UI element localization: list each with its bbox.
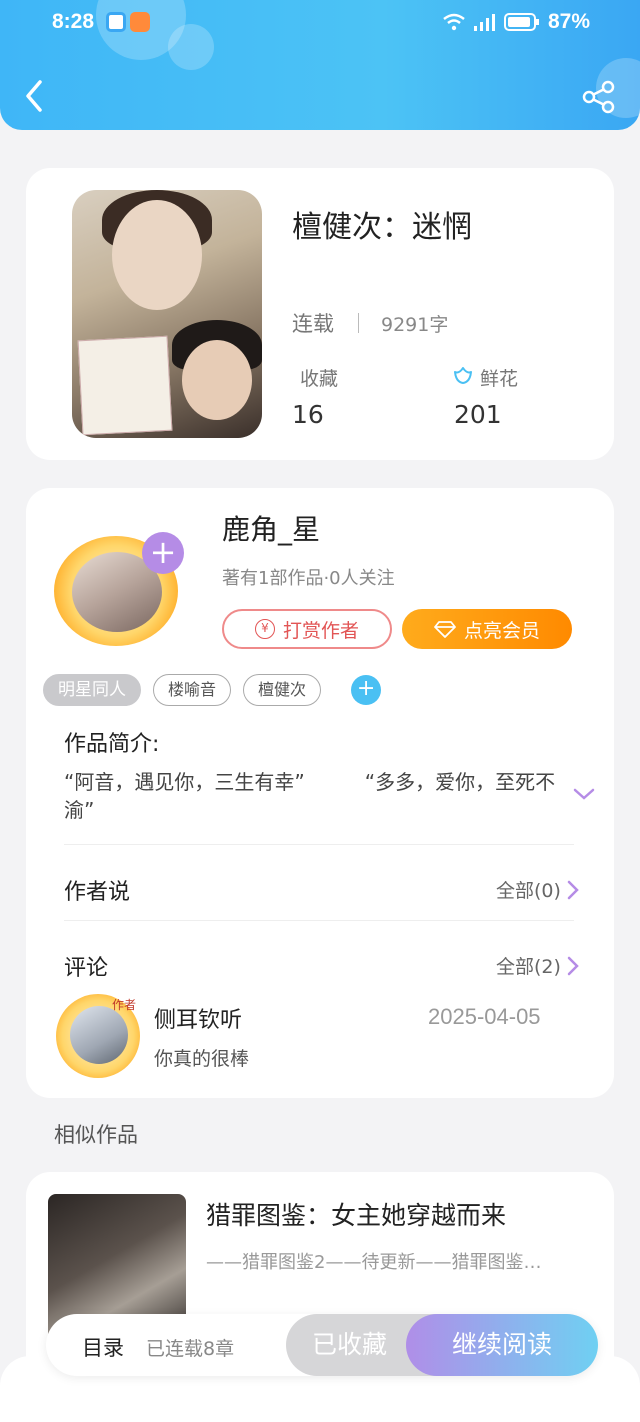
tag-item[interactable]: 楼喻音 — [153, 674, 232, 706]
book-cover-image[interactable] — [72, 190, 262, 438]
status-bar: 8:28 87% — [0, 8, 640, 40]
divider — [64, 920, 574, 921]
wifi-icon — [443, 13, 465, 31]
book-info-card: 檀健次：迷惘 连载 9291字 收藏 16 鲜花 201 — [26, 168, 614, 460]
chevron-right-icon — [567, 880, 579, 899]
battery-icon — [504, 13, 539, 31]
similar-work-title[interactable]: 猎罪图鉴：女主她穿越而来 — [206, 1196, 506, 1232]
follow-plus-icon[interactable]: + — [142, 532, 184, 574]
divider — [64, 844, 574, 845]
collect-label: 收藏 — [300, 368, 339, 390]
intro-label: 作品简介: — [64, 732, 160, 757]
flower-icon — [454, 367, 472, 384]
battery-percent: 87% — [547, 10, 590, 33]
tag-item[interactable]: 檀健次 — [243, 674, 322, 706]
toc-button[interactable]: 目录 — [82, 1332, 124, 1362]
intro-text[interactable]: “阿音，遇见你，三生有幸” “多多，爱你，至死不渝” — [64, 768, 564, 824]
author-says-label: 作者说 — [64, 880, 131, 905]
tag-list: 明星同人 楼喻音 檀健次 + — [43, 674, 382, 706]
chevron-right-icon — [567, 956, 579, 975]
tag-item[interactable]: 明星同人 — [43, 674, 141, 706]
author-name[interactable]: 鹿角_星 — [222, 508, 320, 548]
chapter-count: 已连载8章 — [146, 1338, 235, 1360]
book-title: 檀健次：迷惘 — [292, 210, 472, 245]
app-notification-icon — [106, 12, 126, 32]
top-header: 8:28 87% — [0, 0, 640, 130]
flower-count: 201 — [454, 400, 502, 429]
comment-text: 你真的很棒 — [154, 1048, 250, 1070]
bottom-action-bar: 目录 已连载8章 已收藏 继续阅读 — [46, 1314, 598, 1376]
comment-avatar[interactable] — [70, 1006, 128, 1064]
back-icon[interactable] — [20, 78, 52, 114]
video-app-notification-icon — [130, 12, 150, 32]
status-icons — [442, 12, 540, 32]
similar-works-heading: 相似作品 — [54, 1123, 138, 1147]
vip-button-label: 点亮会员 — [463, 619, 540, 642]
comments-all-link[interactable]: 全部(2) — [496, 952, 579, 979]
word-count: 9291字 — [381, 313, 449, 336]
comment-username[interactable]: 侧耳钦听 — [154, 1002, 242, 1034]
collect-count: 16 — [292, 400, 324, 429]
comment-date: 2025-04-05 — [428, 1004, 541, 1029]
serial-status: 连载 — [292, 312, 334, 336]
diamond-icon — [434, 621, 456, 638]
similar-work-cover[interactable] — [48, 1194, 186, 1334]
book-status-line: 连载 9291字 — [292, 308, 448, 338]
tip-author-label: 打赏作者 — [282, 619, 359, 642]
divider — [358, 313, 359, 333]
similar-work-desc: ——猎罪图鉴2——待更新——猎罪图鉴… — [206, 1252, 542, 1273]
continue-reading-button[interactable]: 继续阅读 — [406, 1314, 598, 1376]
author-meta: 著有1部作品·0人关注 — [222, 568, 395, 589]
comments-all-label: 全部(2) — [496, 956, 561, 978]
flower-label: 鲜花 — [480, 368, 519, 390]
chevron-down-icon[interactable] — [572, 786, 596, 802]
status-time: 8:28 — [52, 10, 95, 33]
author-card: + 鹿角_星 著有1部作品·0人关注 ¥ 打赏作者 点亮会员 明星同人 楼喻音 … — [26, 488, 614, 1098]
author-says-all-link[interactable]: 全部(0) — [496, 876, 579, 903]
yen-icon: ¥ — [254, 619, 275, 639]
comments-label: 评论 — [64, 956, 109, 981]
vip-button[interactable]: 点亮会员 — [402, 609, 572, 649]
tip-author-button[interactable]: ¥ 打赏作者 — [222, 609, 392, 649]
signal-icon — [474, 14, 495, 31]
share-icon[interactable] — [582, 80, 616, 114]
author-says-all-label: 全部(0) — [496, 880, 561, 902]
author-badge: 作者 — [112, 998, 137, 1012]
add-tag-plus-icon[interactable]: + — [351, 675, 382, 705]
